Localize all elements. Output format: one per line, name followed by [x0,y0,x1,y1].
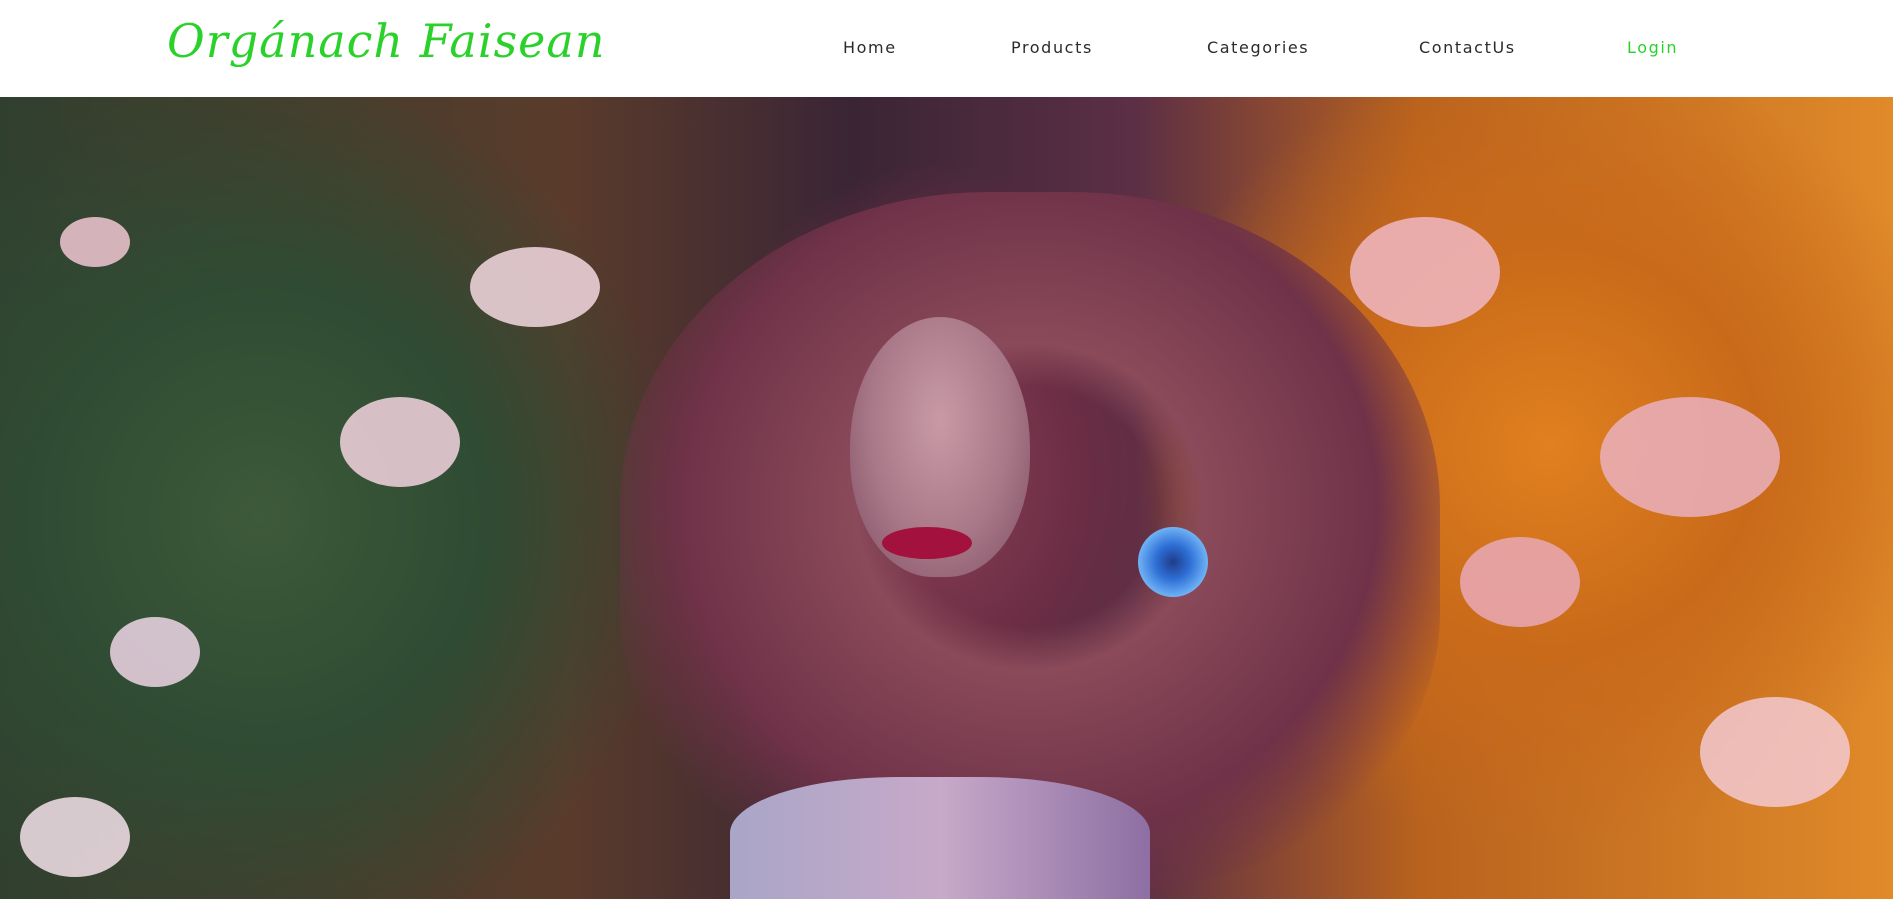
nav-link-contactus[interactable]: ContactUs [1419,38,1516,57]
hero-banner-image [0,97,1893,899]
flower-decoration [20,797,130,877]
floral-dress [730,777,1150,899]
main-nav: Home Products Categories ContactUs Login [0,0,1893,97]
model-lips [882,527,972,559]
nav-link-categories[interactable]: Categories [1207,38,1309,57]
flower-decoration [1350,217,1500,327]
flower-decoration [110,617,200,687]
blue-flower-icon [1138,527,1208,597]
navbar: Orgánach Faisean Home Products Categorie… [0,0,1893,97]
flower-decoration [340,397,460,487]
nav-link-login[interactable]: Login [1627,38,1678,57]
flower-decoration [1460,537,1580,627]
flower-decoration [1700,697,1850,807]
nav-link-products[interactable]: Products [1011,38,1093,57]
flower-decoration [1600,397,1780,517]
flower-decoration [470,247,600,327]
flower-decoration [60,217,130,267]
nav-link-home[interactable]: Home [843,38,897,57]
